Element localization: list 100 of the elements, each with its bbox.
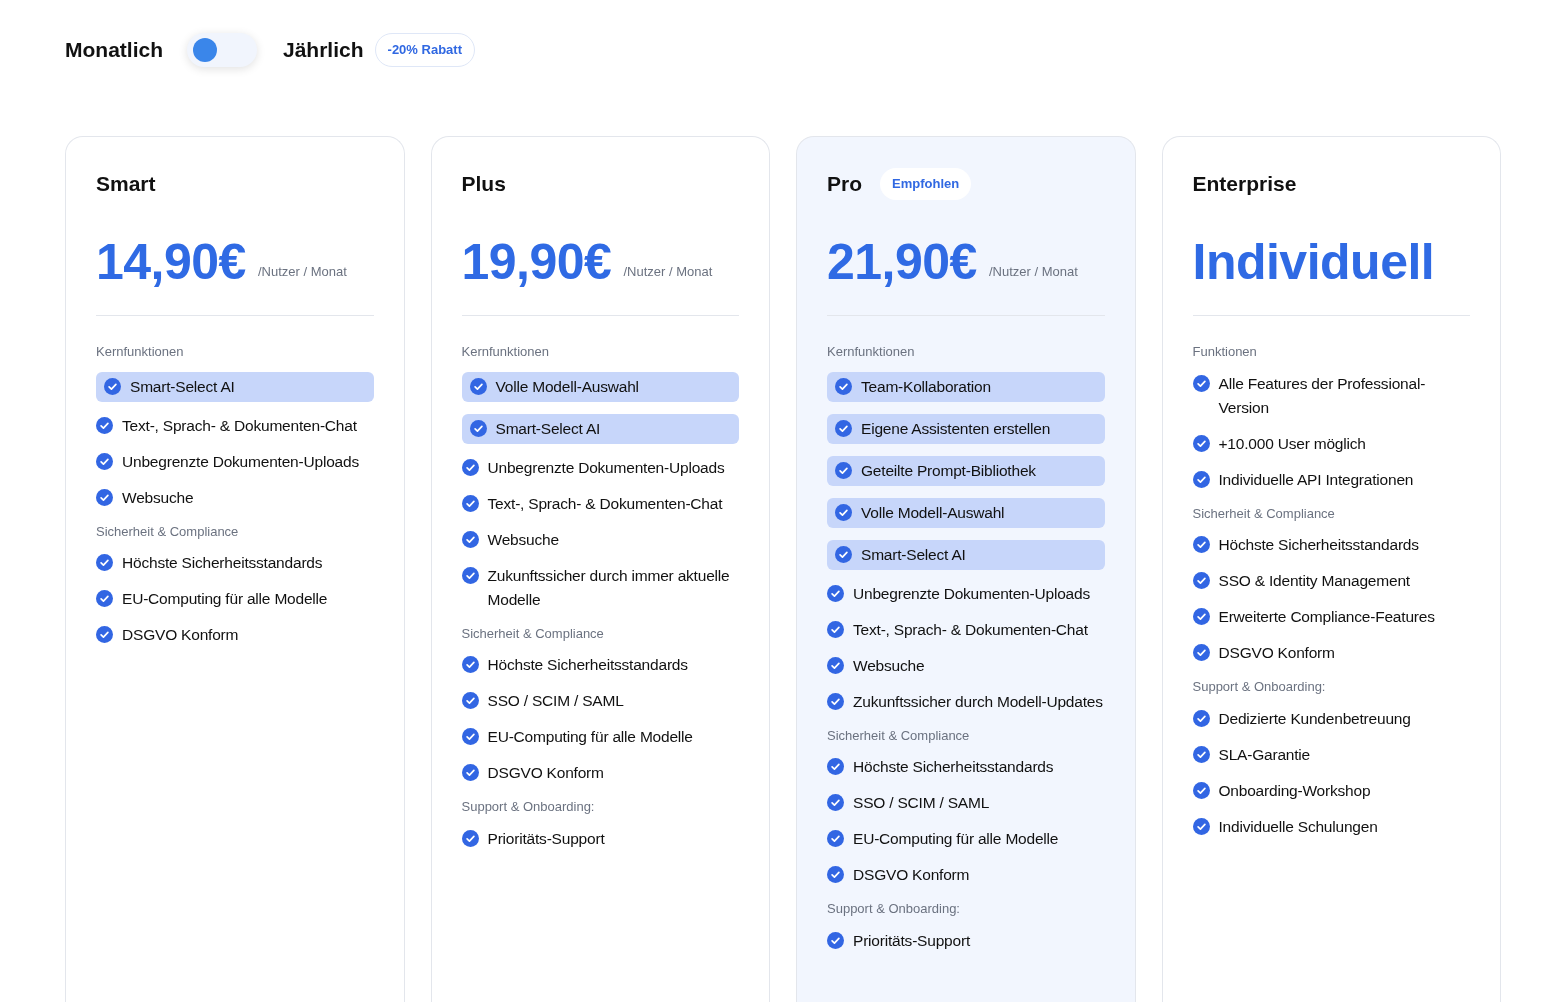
feature-label: Websuche: [853, 655, 925, 676]
section-heading: Kernfunktionen: [827, 343, 916, 361]
feature-label: SLA-Garantie: [1218, 744, 1310, 765]
check-icon: [835, 545, 852, 563]
feature-label: Smart-Select AI: [861, 544, 966, 565]
check-icon: [1192, 781, 1210, 799]
check-icon: [96, 488, 113, 506]
check-icon: [461, 764, 479, 781]
check-icon: [469, 419, 487, 437]
check-icon: [469, 377, 487, 395]
check-icon: [1192, 434, 1210, 452]
section-heading: Kernfunktionen: [96, 343, 185, 361]
section-heading: Support & Onboarding:: [461, 798, 596, 816]
feature-label: SSO & Identity Management: [1218, 571, 1410, 591]
check-icon: [104, 377, 121, 395]
feature-label: DSGVO Konform: [122, 625, 239, 645]
recommended-badge: Empfohlen: [880, 168, 972, 200]
check-icon: [827, 830, 844, 847]
check-icon: [835, 377, 852, 395]
check-icon: [96, 452, 113, 470]
check-icon: [461, 494, 479, 512]
feature-label: Dedizierte Kundenbetreuung: [1218, 708, 1411, 729]
check-icon: [1192, 745, 1210, 763]
feature-label: Prioritäts-Support: [487, 828, 605, 849]
check-icon: [1192, 536, 1210, 553]
feature-label: Individuelle Schulungen: [1218, 816, 1378, 837]
price: 19,90€: [461, 233, 612, 291]
section-heading: Sicherheit & Compliance: [96, 522, 240, 541]
check-icon: [1192, 644, 1210, 661]
check-icon: [827, 692, 844, 710]
feature-label: Websuche: [487, 529, 559, 550]
section-heading: Kernfunktionen: [461, 343, 550, 361]
check-icon: [1192, 470, 1210, 488]
monthly-label: Monatlich: [65, 37, 163, 64]
check-icon: [827, 866, 844, 883]
billing-toggle[interactable]: [187, 33, 257, 67]
check-icon: [461, 530, 479, 548]
check-icon: [835, 503, 852, 521]
feature-label: Smart-Select AI: [130, 376, 235, 397]
check-icon: [835, 461, 852, 479]
check-icon: [96, 554, 113, 571]
check-icon: [827, 656, 844, 674]
price: 14,90€: [96, 233, 246, 291]
feature-label: EU-Computing für alle Modelle: [853, 829, 1059, 849]
section-heading: Support & Onboarding:: [1192, 678, 1327, 696]
feature-label: Prioritäts-Support: [853, 930, 970, 951]
check-icon: [461, 458, 479, 476]
feature-label: Unbegrenzte Dokumenten-Uploads: [122, 451, 359, 472]
feature-label: SSO / SCIM / SAML: [487, 691, 624, 711]
feature-label: Höchste Sicherheitsstandards: [1218, 535, 1419, 555]
plan-name: Smart: [96, 171, 156, 198]
feature-label: DSGVO Konform: [1218, 643, 1335, 663]
feature-label: Text-, Sprach- & Dokumenten-Chat: [122, 415, 357, 436]
feature-label: Text-, Sprach- & Dokumenten-Chat: [853, 619, 1088, 640]
section-heading: Support & Onboarding:: [827, 900, 961, 918]
feature-label: Smart-Select AI: [495, 418, 601, 439]
check-icon: [1192, 374, 1210, 392]
section-heading: Sicherheit & Compliance: [461, 624, 605, 643]
feature-label: Alle Features der Professional-Version: [1218, 373, 1427, 418]
check-icon: [461, 692, 479, 709]
check-icon: [461, 566, 479, 584]
price: Individuell: [1192, 233, 1435, 291]
check-icon: [96, 590, 113, 607]
feature-label: DSGVO Konform: [487, 763, 604, 783]
check-icon: [1192, 608, 1210, 625]
check-icon: [1192, 572, 1210, 589]
price-unit: /Nutzer / Monat: [623, 262, 713, 281]
price: 21,90€: [827, 233, 977, 291]
check-icon: [827, 931, 844, 949]
plan-name: Pro: [827, 171, 862, 198]
price-unit: /Nutzer / Monat: [988, 262, 1078, 281]
feature-label: +10.000 User möglich: [1218, 433, 1366, 454]
feature-label: EU-Computing für alle Modelle: [487, 727, 693, 747]
check-icon: [827, 794, 844, 811]
feature-label: Onboarding-Workshop: [1218, 780, 1371, 801]
feature-label: Höchste Sicherheitsstandards: [853, 757, 1054, 777]
plan-name: Enterprise: [1192, 171, 1297, 198]
feature-label: Volle Modell-Auswahl: [861, 502, 1005, 523]
feature-label: DSGVO Konform: [853, 865, 970, 885]
feature-label: Unbegrenzte Dokumenten-Uploads: [487, 457, 725, 478]
feature-label: EU-Computing für alle Modelle: [122, 589, 328, 609]
feature-label: Individuelle API Integrationen: [1218, 469, 1414, 490]
check-icon: [461, 728, 479, 745]
check-icon: [96, 626, 113, 643]
check-icon: [461, 829, 479, 847]
check-icon: [96, 416, 113, 434]
feature-label: Team-Kollaboration: [861, 376, 991, 397]
yearly-label: Jährlich: [283, 37, 364, 64]
feature-label: Eigene Assistenten erstellen: [861, 418, 1051, 439]
plan-name: Plus: [461, 171, 506, 198]
feature-label: Zukunftssicher durch immer aktuelle Modelle: [487, 565, 731, 610]
feature-label: Erweiterte Compliance-Features: [1218, 607, 1435, 627]
feature-label: Websuche: [122, 487, 194, 508]
feature-label: Zukunftssicher durch Modell-Updates: [853, 691, 1103, 712]
feature-label: Höchste Sicherheitsstandards: [122, 553, 323, 573]
feature-label: SSO / SCIM / SAML: [853, 793, 990, 813]
feature-label: Unbegrenzte Dokumenten-Uploads: [853, 583, 1090, 604]
check-icon: [827, 620, 844, 638]
feature-label: Text-, Sprach- & Dokumenten-Chat: [487, 493, 723, 514]
check-icon: [827, 584, 844, 602]
